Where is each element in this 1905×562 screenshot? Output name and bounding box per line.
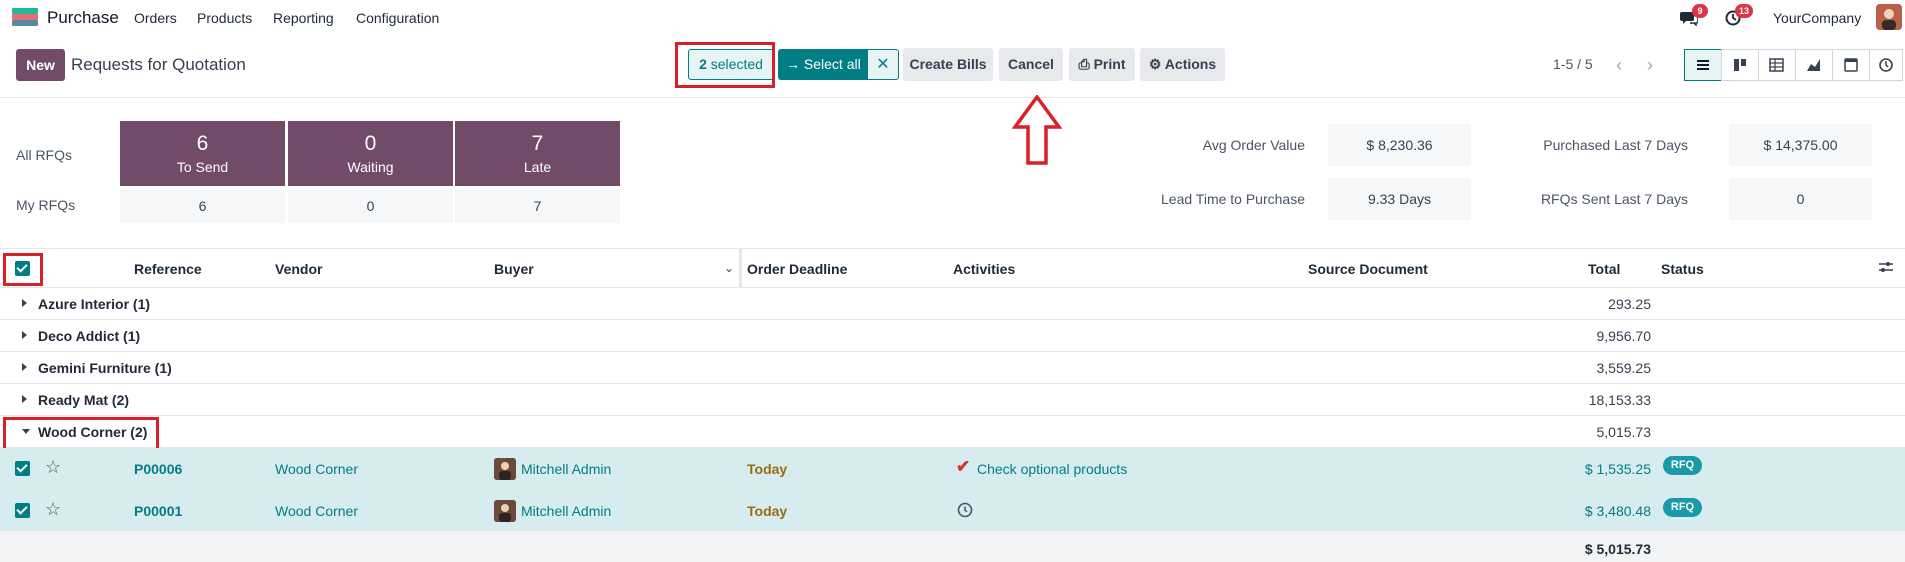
row-checkbox[interactable] [15, 503, 30, 518]
pager-value[interactable]: 1-5 / 5 [1553, 56, 1593, 72]
kanban-view-icon[interactable] [1721, 49, 1759, 81]
buyer-avatar [494, 500, 516, 522]
kpi-avg-order-value: $ 8,230.36 [1328, 124, 1471, 166]
col-buyer[interactable]: Buyer [494, 261, 534, 277]
col-vendor[interactable]: Vendor [275, 261, 322, 277]
group-row-expanded[interactable]: Wood Corner (2) 5,015.73 [0, 416, 1905, 448]
print-button[interactable]: ⎙ Print [1069, 48, 1135, 81]
annotation-selected-box [675, 42, 775, 88]
col-source-document[interactable]: Source Document [1308, 261, 1428, 277]
pivot-view-icon[interactable] [1758, 49, 1796, 81]
my-rfqs-label: My RFQs [16, 197, 76, 213]
tile-late[interactable]: 7 Late [455, 121, 620, 186]
company-switcher[interactable]: YourCompany [1773, 10, 1861, 26]
tile-waiting[interactable]: 0 Waiting [288, 121, 453, 186]
calendar-view-icon[interactable] [1832, 49, 1870, 81]
column-settings-icon[interactable] [1878, 260, 1894, 277]
star-icon[interactable]: ☆ [45, 499, 61, 520]
control-panel-divider [0, 97, 1905, 98]
menu-configuration[interactable]: Configuration [356, 10, 439, 26]
user-avatar[interactable] [1876, 4, 1902, 30]
clock-icon[interactable] [957, 502, 973, 521]
chevron-down-icon[interactable]: ⌄ [724, 261, 734, 275]
printer-icon: ⎙ [1078, 56, 1090, 72]
group-row[interactable]: Ready Mat (2) 18,153.33 [0, 384, 1905, 416]
row-checkbox[interactable] [15, 461, 30, 476]
my-waiting[interactable]: 0 [288, 189, 453, 223]
col-status[interactable]: Status [1661, 261, 1704, 277]
col-order-deadline[interactable]: Order Deadline [747, 261, 847, 277]
table-header: Reference Vendor Buyer ⌄ Order Deadline … [0, 248, 1905, 288]
menu-reporting[interactable]: Reporting [273, 10, 334, 26]
create-bills-button[interactable]: Create Bills [903, 48, 993, 81]
page-title: Requests for Quotation [71, 55, 246, 74]
app-name[interactable]: Purchase [47, 8, 119, 28]
new-button[interactable]: New [16, 49, 65, 81]
column-resize-handle[interactable] [739, 249, 742, 287]
top-navbar: Purchase Orders Products Reporting Confi… [0, 0, 1905, 35]
graph-view-icon[interactable] [1795, 49, 1833, 81]
annotation-up-arrow [1011, 94, 1063, 165]
cancel-button[interactable]: Cancel [999, 48, 1063, 81]
col-total[interactable]: Total [1588, 261, 1620, 277]
caret-right-icon [22, 395, 27, 403]
purchase-app-icon[interactable] [12, 8, 38, 26]
caret-right-icon [22, 331, 27, 339]
group-row[interactable]: Azure Interior (1) 293.25 [0, 288, 1905, 320]
list-view-icon[interactable] [1684, 49, 1722, 81]
table-footer: $ 5,015.73 [0, 531, 1905, 562]
pager-next-icon[interactable]: › [1636, 50, 1664, 80]
kpi-rfqs-sent-value: 0 [1729, 178, 1872, 220]
check-icon[interactable]: ✔ [956, 457, 970, 477]
table-row[interactable]: ☆ P00006 Wood Corner Mitchell Admin Toda… [0, 448, 1905, 490]
caret-right-icon [22, 299, 27, 307]
kpi-avg-order-label: Avg Order Value [1202, 137, 1305, 153]
col-activities[interactable]: Activities [953, 261, 1015, 277]
group-row[interactable]: Gemini Furniture (1) 3,559.25 [0, 352, 1905, 384]
group-row[interactable]: Deco Addict (1) 9,956.70 [0, 320, 1905, 352]
unselect-close-icon[interactable]: ✕ [868, 49, 899, 80]
star-icon[interactable]: ☆ [45, 457, 61, 478]
kpi-rfqs-sent-label: RFQs Sent Last 7 Days [1540, 191, 1688, 207]
annotation-group-box [3, 417, 159, 451]
table-row[interactable]: ☆ P00001 Wood Corner Mitchell Admin Toda… [0, 490, 1905, 531]
menu-products[interactable]: Products [197, 10, 252, 26]
my-to-send[interactable]: 6 [120, 189, 285, 223]
annotation-select-all-box [3, 253, 43, 286]
kpi-lead-time-value: 9.33 Days [1328, 178, 1471, 220]
my-late[interactable]: 7 [455, 189, 620, 223]
col-reference[interactable]: Reference [134, 261, 202, 277]
select-all-button[interactable]: → Select all 7 [778, 49, 868, 103]
all-rfqs-label: All RFQs [16, 147, 72, 163]
caret-right-icon [22, 363, 27, 371]
status-badge: RFQ [1663, 498, 1702, 517]
messages-badge: 9 [1692, 4, 1708, 18]
tile-to-send[interactable]: 6 To Send [120, 121, 285, 186]
grand-total: $ 5,015.73 [1584, 541, 1651, 557]
arrow-right-icon: → [786, 56, 800, 72]
kpi-purchased-value: $ 14,375.00 [1729, 124, 1872, 166]
activity-view-icon[interactable] [1869, 49, 1903, 81]
status-badge: RFQ [1663, 456, 1702, 475]
pager-previous-icon[interactable]: ‹ [1605, 50, 1633, 80]
kpi-purchased-label: Purchased Last 7 Days [1543, 137, 1688, 153]
gear-icon: ⚙ [1148, 56, 1162, 72]
kpi-lead-time-label: Lead Time to Purchase [1161, 191, 1305, 207]
buyer-avatar [494, 458, 516, 480]
menu-orders[interactable]: Orders [134, 10, 177, 26]
actions-button[interactable]: ⚙ Actions [1140, 48, 1225, 81]
activities-badge: 13 [1735, 4, 1754, 18]
